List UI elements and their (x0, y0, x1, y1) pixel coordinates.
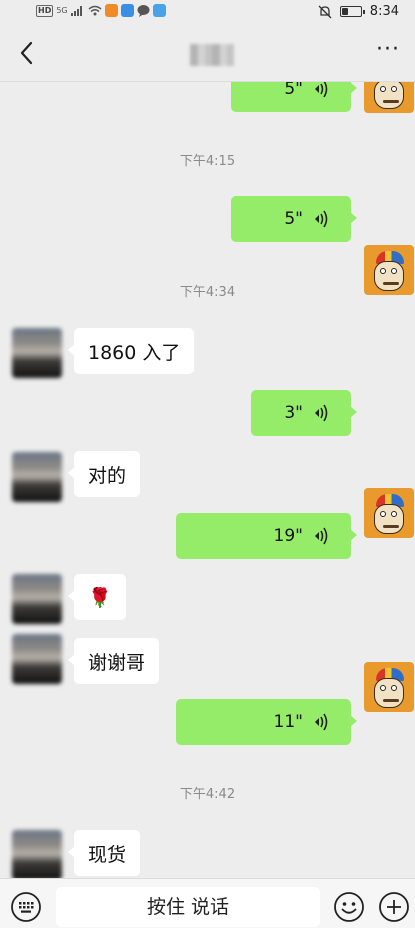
app-notification-icon (104, 4, 118, 17)
message-icon (137, 5, 150, 17)
battery-icon (339, 6, 365, 17)
input-bar: 按住 说话 (0, 878, 415, 928)
my-avatar[interactable] (364, 82, 414, 113)
emoji-icon[interactable] (333, 891, 365, 923)
battery-fill (341, 8, 348, 15)
voice-message[interactable]: 11" (176, 699, 357, 745)
hold-to-talk-button[interactable]: 按住 说话 (56, 887, 320, 927)
chat-header: ··· (0, 24, 415, 82)
timestamp: 下午4:15 (179, 154, 236, 169)
voice-message[interactable]: 3" (251, 390, 357, 436)
voice-duration: 5" (284, 209, 303, 229)
plus-icon[interactable] (378, 891, 410, 923)
back-arrow-icon[interactable] (14, 38, 42, 68)
app-notification-icon (152, 4, 166, 17)
hd-badge: HD (36, 4, 54, 17)
status-right: 8:34 (318, 4, 399, 19)
contact-avatar[interactable] (12, 634, 62, 684)
contact-avatar[interactable] (12, 328, 62, 378)
text-message[interactable]: 现货 (67, 830, 141, 876)
wifi-icon (88, 5, 102, 16)
voice-wave-icon (315, 713, 328, 731)
keyboard-icon[interactable] (10, 891, 42, 923)
voice-message[interactable]: 5" (231, 82, 357, 112)
network-type: 5G (56, 6, 68, 15)
timestamp: 下午4:42 (179, 787, 236, 802)
status-left: HD 5G (36, 4, 166, 17)
my-avatar[interactable] (364, 662, 414, 712)
status-bar: HD 5G 8:34 (0, 0, 415, 24)
text-message[interactable]: 谢谢哥 (67, 638, 160, 684)
contact-avatar[interactable] (12, 452, 62, 502)
voice-duration: 3" (284, 403, 303, 423)
app-notification-icon (120, 4, 134, 17)
voice-wave-icon (315, 210, 328, 228)
contact-avatar[interactable] (12, 574, 62, 624)
more-options-button[interactable]: ··· (373, 39, 403, 66)
text-message[interactable]: 1860 入了 (67, 328, 195, 374)
clock: 8:34 (369, 4, 399, 19)
contact-avatar[interactable] (12, 830, 62, 878)
signal-icon (70, 6, 82, 16)
text-message[interactable]: 对的 (67, 451, 141, 497)
chat-title-blurred (190, 44, 234, 66)
emoji-message[interactable]: 🌹 (68, 574, 126, 620)
voice-message[interactable]: 5" (231, 196, 357, 242)
voice-message[interactable]: 19" (176, 513, 357, 559)
timestamp: 下午4:34 (179, 285, 236, 300)
chat-area[interactable]: 5" 下午4:15 5" 下午4:34 1860 入了 3" 对的 19" 🌹 … (0, 82, 415, 878)
voice-duration: 5" (284, 82, 303, 99)
voice-wave-icon (315, 82, 328, 98)
voice-wave-icon (315, 404, 328, 422)
voice-wave-icon (315, 527, 328, 545)
mute-icon (318, 5, 332, 18)
voice-duration: 11" (273, 712, 303, 732)
my-avatar[interactable] (364, 488, 414, 538)
voice-duration: 19" (273, 526, 303, 546)
